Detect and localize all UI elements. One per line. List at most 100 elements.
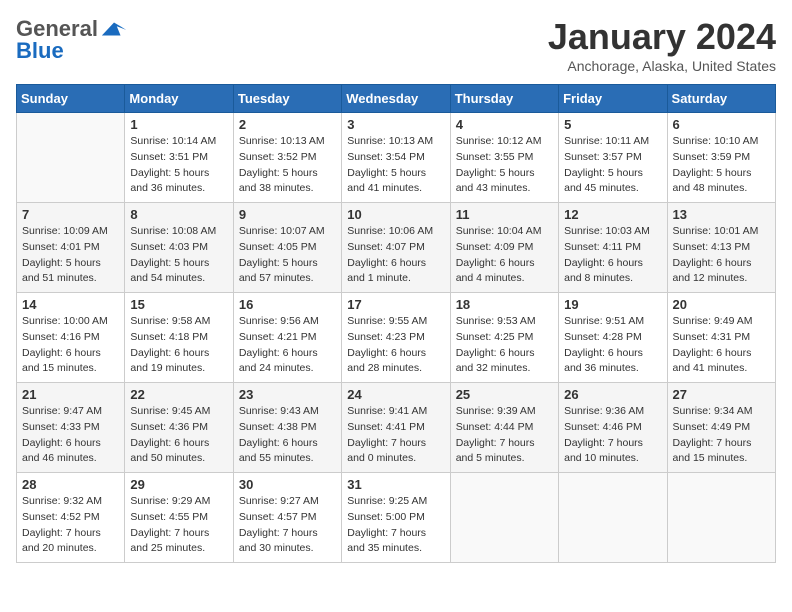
day-info: Sunrise: 10:14 AMSunset: 3:51 PMDaylight… [130,134,227,197]
day-number: 17 [347,297,444,312]
day-number: 11 [456,207,553,222]
day-number: 3 [347,117,444,132]
day-number: 16 [239,297,336,312]
day-info: Sunrise: 9:32 AMSunset: 4:52 PMDaylight:… [22,494,119,557]
logo-blue-text: Blue [16,38,64,64]
calendar-cell: 17Sunrise: 9:55 AMSunset: 4:23 PMDayligh… [342,293,450,383]
calendar-cell: 9 Sunrise: 10:07 AMSunset: 4:05 PMDayligh… [233,203,341,293]
day-info: Sunrise: 9:49 AMSunset: 4:31 PMDaylight:… [673,314,770,377]
day-number: 2 [239,117,336,132]
weekday-header-thursday: Thursday [450,85,558,113]
calendar-cell: 1 Sunrise: 10:14 AMSunset: 3:51 PMDayligh… [125,113,233,203]
calendar-cell: 5 Sunrise: 10:11 AMSunset: 3:57 PMDayligh… [559,113,667,203]
calendar-cell: 4Sunrise: 10:12 AMSunset: 3:55 PMDayligh… [450,113,558,203]
day-info: Sunrise: 10:08 AMSunset: 4:03 PMDaylight… [130,224,227,287]
day-number: 6 [673,117,770,132]
day-info: Sunrise: 9:41 AMSunset: 4:41 PMDaylight:… [347,404,444,467]
day-info: Sunrise: 10:04 AMSunset: 4:09 PMDaylight… [456,224,553,287]
day-number: 22 [130,387,227,402]
calendar-cell: 2Sunrise: 10:13 AMSunset: 3:52 PMDayligh… [233,113,341,203]
day-number: 14 [22,297,119,312]
day-number: 28 [22,477,119,492]
day-info: Sunrise: 10:06 AMSunset: 4:07 PMDaylight… [347,224,444,287]
day-info: Sunrise: 10:11 AMSunset: 3:57 PMDaylight… [564,134,661,197]
calendar-cell: 11 Sunrise: 10:04 AMSunset: 4:09 PMDaylig… [450,203,558,293]
calendar-cell: 13Sunrise: 10:01 AMSunset: 4:13 PMDaylig… [667,203,775,293]
day-info: Sunrise: 10:03 AMSunset: 4:11 PMDaylight… [564,224,661,287]
day-number: 12 [564,207,661,222]
day-number: 23 [239,387,336,402]
calendar-week-4: 21 Sunrise: 9:47 AMSunset: 4:33 PMDayligh… [17,383,776,473]
logo: General Blue [16,16,128,64]
day-number: 10 [347,207,444,222]
calendar-week-2: 7 Sunrise: 10:09 AMSunset: 4:01 PMDayligh… [17,203,776,293]
calendar-cell [667,473,775,563]
day-number: 21 [22,387,119,402]
day-number: 18 [456,297,553,312]
calendar-cell [17,113,125,203]
day-info: Sunrise: 9:56 AMSunset: 4:21 PMDaylight:… [239,314,336,377]
weekday-header-friday: Friday [559,85,667,113]
weekday-header-monday: Monday [125,85,233,113]
weekday-header-row: SundayMondayTuesdayWednesdayThursdayFrid… [17,85,776,113]
day-number: 1 [130,117,227,132]
day-info: Sunrise: 9:43 AMSunset: 4:38 PMDaylight:… [239,404,336,467]
day-number: 15 [130,297,227,312]
calendar-week-3: 14 Sunrise: 10:00 AMSunset: 4:16 PMDaylig… [17,293,776,383]
day-number: 29 [130,477,227,492]
calendar-cell: 10 Sunrise: 10:06 AMSunset: 4:07 PMDaylig… [342,203,450,293]
calendar-cell: 14 Sunrise: 10:00 AMSunset: 4:16 PMDaylig… [17,293,125,383]
calendar-table: SundayMondayTuesdayWednesdayThursdayFrid… [16,84,776,563]
day-info: Sunrise: 9:47 AMSunset: 4:33 PMDaylight:… [22,404,119,467]
calendar-cell: 22 Sunrise: 9:45 AMSunset: 4:36 PMDayligh… [125,383,233,473]
day-info: Sunrise: 9:34 AMSunset: 4:49 PMDaylight:… [673,404,770,467]
month-title: January 2024 [548,16,776,58]
weekday-header-wednesday: Wednesday [342,85,450,113]
day-number: 25 [456,387,553,402]
calendar-cell: 25 Sunrise: 9:39 AMSunset: 4:44 PMDayligh… [450,383,558,473]
logo-bird-icon [100,18,128,40]
day-info: Sunrise: 9:45 AMSunset: 4:36 PMDaylight:… [130,404,227,467]
calendar-cell: 24Sunrise: 9:41 AMSunset: 4:41 PMDayligh… [342,383,450,473]
day-number: 4 [456,117,553,132]
day-info: Sunrise: 9:51 AMSunset: 4:28 PMDaylight:… [564,314,661,377]
day-info: Sunrise: 10:00 AMSunset: 4:16 PMDaylight… [22,314,119,377]
calendar-cell: 3 Sunrise: 10:13 AMSunset: 3:54 PMDayligh… [342,113,450,203]
calendar-cell: 8 Sunrise: 10:08 AMSunset: 4:03 PMDayligh… [125,203,233,293]
calendar-cell: 15 Sunrise: 9:58 AMSunset: 4:18 PMDayligh… [125,293,233,383]
calendar-week-1: 1 Sunrise: 10:14 AMSunset: 3:51 PMDayligh… [17,113,776,203]
day-info: Sunrise: 10:09 AMSunset: 4:01 PMDaylight… [22,224,119,287]
calendar-cell: 26 Sunrise: 9:36 AMSunset: 4:46 PMDayligh… [559,383,667,473]
calendar-cell: 7 Sunrise: 10:09 AMSunset: 4:01 PMDayligh… [17,203,125,293]
title-section: January 2024 Anchorage, Alaska, United S… [548,16,776,74]
day-info: Sunrise: 10:10 AMSunset: 3:59 PMDaylight… [673,134,770,197]
day-number: 7 [22,207,119,222]
day-info: Sunrise: 9:25 AMSunset: 5:00 PMDaylight:… [347,494,444,557]
weekday-header-saturday: Saturday [667,85,775,113]
location-subtitle: Anchorage, Alaska, United States [548,58,776,74]
day-number: 9 [239,207,336,222]
day-info: Sunrise: 9:29 AMSunset: 4:55 PMDaylight:… [130,494,227,557]
day-info: Sunrise: 10:07 AMSunset: 4:05 PMDaylight… [239,224,336,287]
day-number: 26 [564,387,661,402]
day-number: 20 [673,297,770,312]
day-number: 13 [673,207,770,222]
calendar-cell: 12 Sunrise: 10:03 AMSunset: 4:11 PMDaylig… [559,203,667,293]
day-info: Sunrise: 9:58 AMSunset: 4:18 PMDaylight:… [130,314,227,377]
calendar-cell: 30Sunrise: 9:27 AMSunset: 4:57 PMDayligh… [233,473,341,563]
day-info: Sunrise: 9:39 AMSunset: 4:44 PMDaylight:… [456,404,553,467]
calendar-cell: 18 Sunrise: 9:53 AMSunset: 4:25 PMDayligh… [450,293,558,383]
day-number: 5 [564,117,661,132]
day-number: 8 [130,207,227,222]
day-info: Sunrise: 9:53 AMSunset: 4:25 PMDaylight:… [456,314,553,377]
calendar-cell: 21 Sunrise: 9:47 AMSunset: 4:33 PMDayligh… [17,383,125,473]
calendar-cell: 29 Sunrise: 9:29 AMSunset: 4:55 PMDayligh… [125,473,233,563]
day-info: Sunrise: 10:13 AMSunset: 3:54 PMDaylight… [347,134,444,197]
day-number: 19 [564,297,661,312]
calendar-cell [559,473,667,563]
day-info: Sunrise: 9:36 AMSunset: 4:46 PMDaylight:… [564,404,661,467]
day-number: 30 [239,477,336,492]
calendar-cell: 20 Sunrise: 9:49 AMSunset: 4:31 PMDayligh… [667,293,775,383]
calendar-cell: 6 Sunrise: 10:10 AMSunset: 3:59 PMDayligh… [667,113,775,203]
calendar-cell: 19 Sunrise: 9:51 AMSunset: 4:28 PMDayligh… [559,293,667,383]
